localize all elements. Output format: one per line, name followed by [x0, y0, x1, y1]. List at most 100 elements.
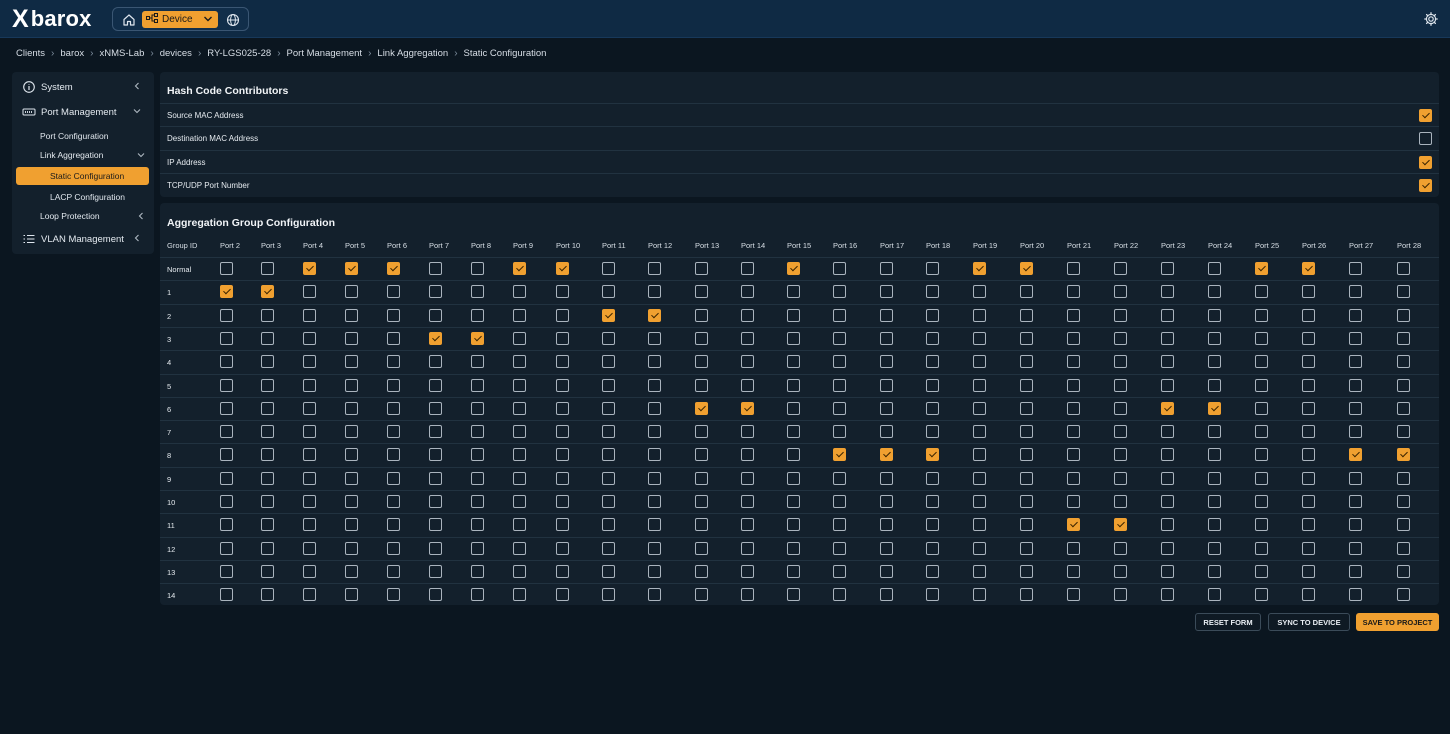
sidebar-item-vlan-management[interactable]: VLAN Management: [12, 228, 154, 250]
port-checkbox[interactable]: [1397, 448, 1410, 462]
port-checkbox[interactable]: [1255, 495, 1268, 508]
port-checkbox[interactable]: [513, 262, 526, 275]
breadcrumb-item[interactable]: Port Management: [287, 48, 363, 59]
port-checkbox[interactable]: [648, 588, 661, 602]
breadcrumb-item[interactable]: Clients: [16, 48, 45, 59]
port-checkbox[interactable]: [1208, 355, 1221, 369]
port-checkbox[interactable]: [471, 588, 484, 602]
port-checkbox[interactable]: [695, 331, 708, 345]
port-checkbox[interactable]: [220, 471, 233, 485]
port-checkbox[interactable]: [513, 331, 526, 345]
port-checkbox[interactable]: [345, 308, 358, 322]
home-icon[interactable]: [121, 12, 137, 28]
port-checkbox[interactable]: [880, 285, 893, 299]
port-checkbox[interactable]: [1349, 448, 1362, 462]
port-checkbox[interactable]: [387, 564, 400, 578]
port-checkbox[interactable]: [303, 331, 316, 345]
port-checkbox[interactable]: [556, 518, 569, 532]
port-checkbox[interactable]: [1255, 285, 1268, 299]
port-checkbox[interactable]: [261, 262, 274, 275]
port-checkbox[interactable]: [787, 285, 800, 299]
port-checkbox[interactable]: [1114, 378, 1127, 392]
port-checkbox[interactable]: [648, 448, 661, 462]
port-checkbox[interactable]: [1114, 495, 1127, 508]
port-checkbox[interactable]: [602, 518, 615, 532]
port-checkbox[interactable]: [973, 262, 986, 275]
port-checkbox[interactable]: [973, 425, 986, 439]
port-checkbox[interactable]: [695, 518, 708, 532]
port-checkbox[interactable]: [602, 355, 615, 369]
port-checkbox[interactable]: [556, 401, 569, 415]
port-checkbox[interactable]: [1161, 355, 1174, 369]
port-checkbox[interactable]: [1208, 495, 1221, 508]
port-checkbox[interactable]: [1161, 401, 1174, 415]
port-checkbox[interactable]: [303, 378, 316, 392]
port-checkbox[interactable]: [387, 471, 400, 485]
port-checkbox[interactable]: [1114, 308, 1127, 322]
port-checkbox[interactable]: [741, 308, 754, 322]
port-checkbox[interactable]: [1349, 331, 1362, 345]
port-checkbox[interactable]: [1020, 448, 1033, 462]
port-checkbox[interactable]: [556, 378, 569, 392]
port-checkbox[interactable]: [1208, 425, 1221, 439]
port-checkbox[interactable]: [833, 518, 846, 532]
port-checkbox[interactable]: [741, 564, 754, 578]
breadcrumb-item[interactable]: xNMS-Lab: [100, 48, 145, 59]
port-checkbox[interactable]: [261, 448, 274, 462]
port-checkbox[interactable]: [695, 448, 708, 462]
port-checkbox[interactable]: [1302, 448, 1315, 462]
port-checkbox[interactable]: [1349, 401, 1362, 415]
port-checkbox[interactable]: [429, 285, 442, 299]
port-checkbox[interactable]: [973, 564, 986, 578]
port-checkbox[interactable]: [695, 471, 708, 485]
port-checkbox[interactable]: [880, 541, 893, 555]
port-checkbox[interactable]: [648, 308, 661, 322]
port-checkbox[interactable]: [1397, 285, 1410, 299]
port-checkbox[interactable]: [1302, 262, 1315, 275]
port-checkbox[interactable]: [261, 425, 274, 439]
port-checkbox[interactable]: [387, 285, 400, 299]
port-checkbox[interactable]: [1349, 495, 1362, 508]
port-checkbox[interactable]: [1114, 541, 1127, 555]
port-checkbox[interactable]: [1302, 308, 1315, 322]
port-checkbox[interactable]: [471, 425, 484, 439]
port-checkbox[interactable]: [556, 262, 569, 275]
port-checkbox[interactable]: [1208, 262, 1221, 275]
port-checkbox[interactable]: [741, 471, 754, 485]
port-checkbox[interactable]: [1067, 355, 1080, 369]
port-checkbox[interactable]: [429, 355, 442, 369]
port-checkbox[interactable]: [833, 285, 846, 299]
port-checkbox[interactable]: [471, 401, 484, 415]
port-checkbox[interactable]: [345, 518, 358, 532]
port-checkbox[interactable]: [1255, 541, 1268, 555]
port-checkbox[interactable]: [556, 541, 569, 555]
port-checkbox[interactable]: [1067, 308, 1080, 322]
port-checkbox[interactable]: [387, 588, 400, 602]
port-checkbox[interactable]: [1208, 308, 1221, 322]
sidebar-item-system[interactable]: System: [12, 76, 154, 98]
port-checkbox[interactable]: [387, 541, 400, 555]
port-checkbox[interactable]: [695, 564, 708, 578]
port-checkbox[interactable]: [1255, 471, 1268, 485]
port-checkbox[interactable]: [926, 518, 939, 532]
port-checkbox[interactable]: [880, 401, 893, 415]
port-checkbox[interactable]: [1255, 308, 1268, 322]
port-checkbox[interactable]: [1208, 541, 1221, 555]
port-checkbox[interactable]: [345, 588, 358, 602]
port-checkbox[interactable]: [220, 401, 233, 415]
port-checkbox[interactable]: [1397, 378, 1410, 392]
port-checkbox[interactable]: [1208, 378, 1221, 392]
port-checkbox[interactable]: [303, 471, 316, 485]
port-checkbox[interactable]: [261, 564, 274, 578]
port-checkbox[interactable]: [973, 541, 986, 555]
port-checkbox[interactable]: [695, 588, 708, 602]
port-checkbox[interactable]: [926, 448, 939, 462]
port-checkbox[interactable]: [648, 378, 661, 392]
port-checkbox[interactable]: [261, 495, 274, 508]
port-checkbox[interactable]: [303, 495, 316, 508]
port-checkbox[interactable]: [602, 401, 615, 415]
port-checkbox[interactable]: [602, 448, 615, 462]
port-checkbox[interactable]: [429, 541, 442, 555]
port-checkbox[interactable]: [1161, 564, 1174, 578]
port-checkbox[interactable]: [741, 541, 754, 555]
